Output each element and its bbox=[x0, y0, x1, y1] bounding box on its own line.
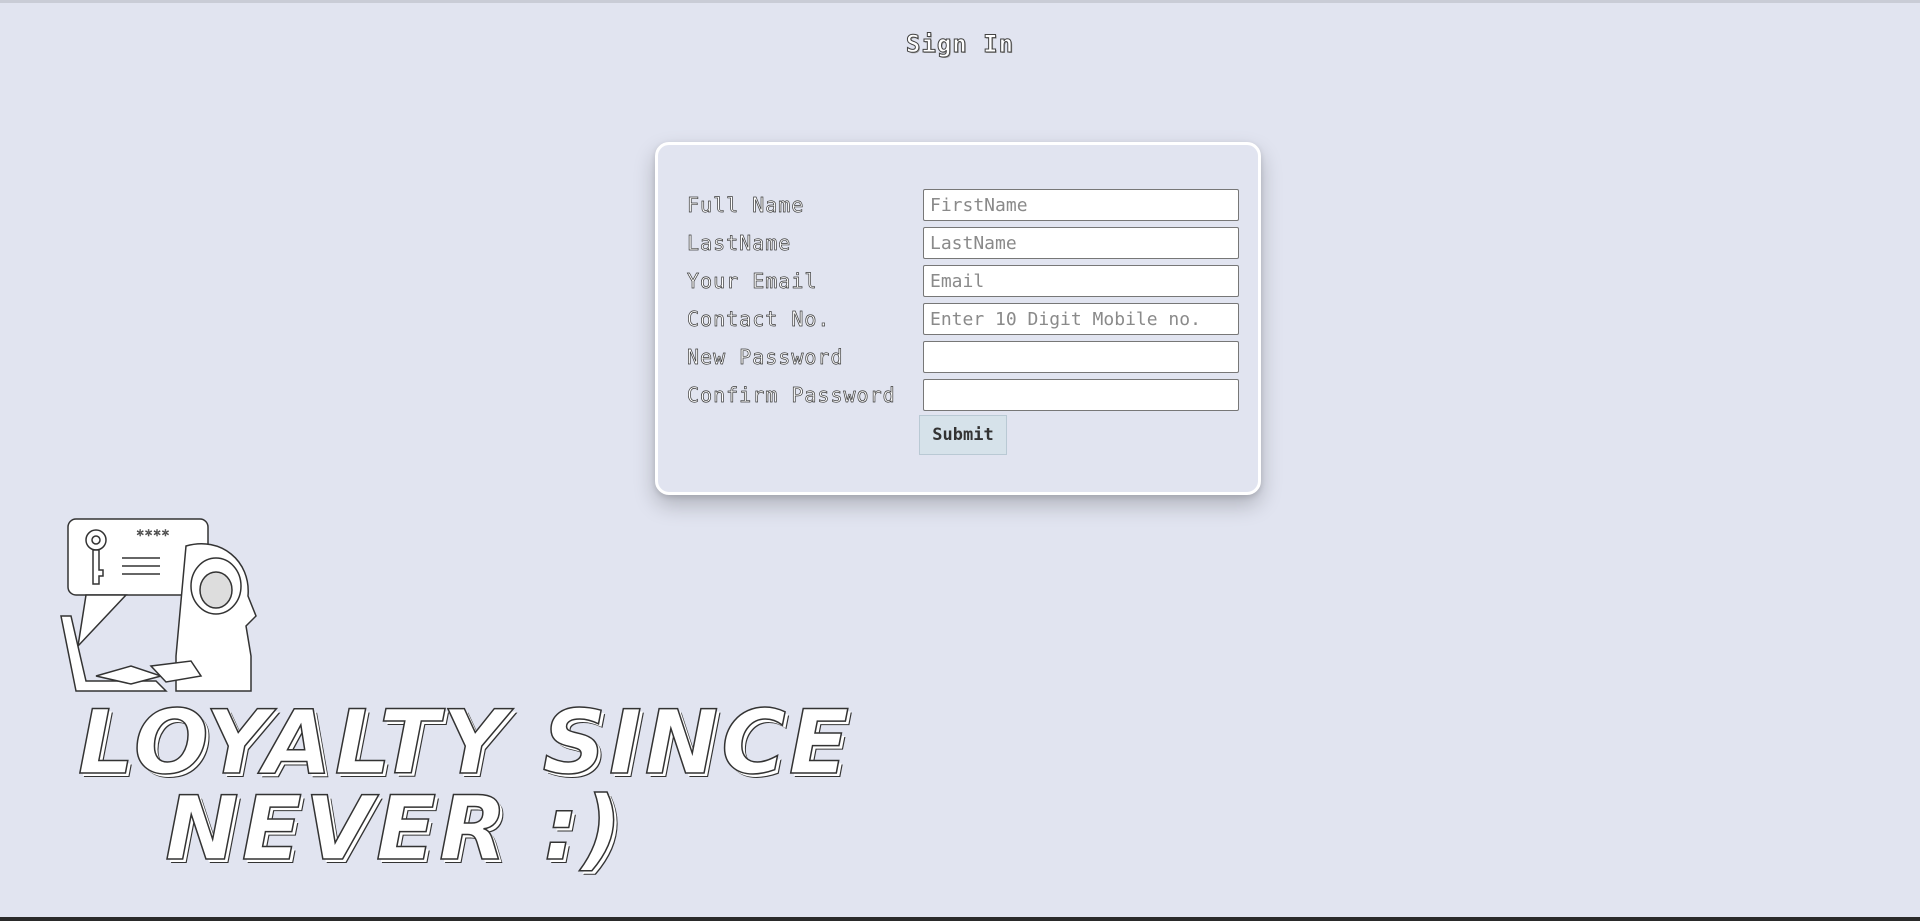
stars-text: **** bbox=[136, 528, 170, 544]
page-title: Sign In bbox=[905, 30, 1015, 59]
signup-card: Full Name LastName Your Email Contact No… bbox=[655, 142, 1261, 495]
confirm-password-label: Confirm Password bbox=[687, 383, 896, 408]
row-last-name: LastName bbox=[687, 226, 1239, 260]
row-email: Your Email bbox=[687, 264, 1239, 298]
submit-button[interactable]: Submit bbox=[919, 415, 1007, 455]
contact-label: Contact No. bbox=[687, 307, 831, 332]
new-password-input[interactable] bbox=[923, 341, 1239, 373]
last-name-label: LastName bbox=[687, 231, 792, 256]
tagline-line1: LOYALTY SINCE bbox=[77, 691, 853, 794]
bottom-border bbox=[0, 917, 1920, 921]
hacker-illustration: **** bbox=[56, 516, 276, 696]
confirm-password-input[interactable] bbox=[923, 379, 1239, 411]
email-label: Your Email bbox=[687, 269, 818, 294]
row-contact: Contact No. bbox=[687, 302, 1239, 336]
last-name-input[interactable] bbox=[923, 227, 1239, 259]
row-first-name: Full Name bbox=[687, 188, 1239, 222]
new-password-label: New Password bbox=[687, 345, 844, 370]
contact-input[interactable] bbox=[923, 303, 1239, 335]
row-new-password: New Password bbox=[687, 340, 1239, 374]
top-border bbox=[0, 0, 1920, 3]
first-name-label: Full Name bbox=[687, 193, 805, 218]
tagline-line2: NEVER :) bbox=[164, 777, 625, 880]
password-laptop-icon: **** bbox=[60, 518, 257, 692]
tagline-banner: LOYALTY SINCE NEVER :) bbox=[30, 691, 900, 880]
first-name-input[interactable] bbox=[923, 189, 1239, 221]
email-input[interactable] bbox=[923, 265, 1239, 297]
row-confirm-password: Confirm Password bbox=[687, 378, 1239, 412]
